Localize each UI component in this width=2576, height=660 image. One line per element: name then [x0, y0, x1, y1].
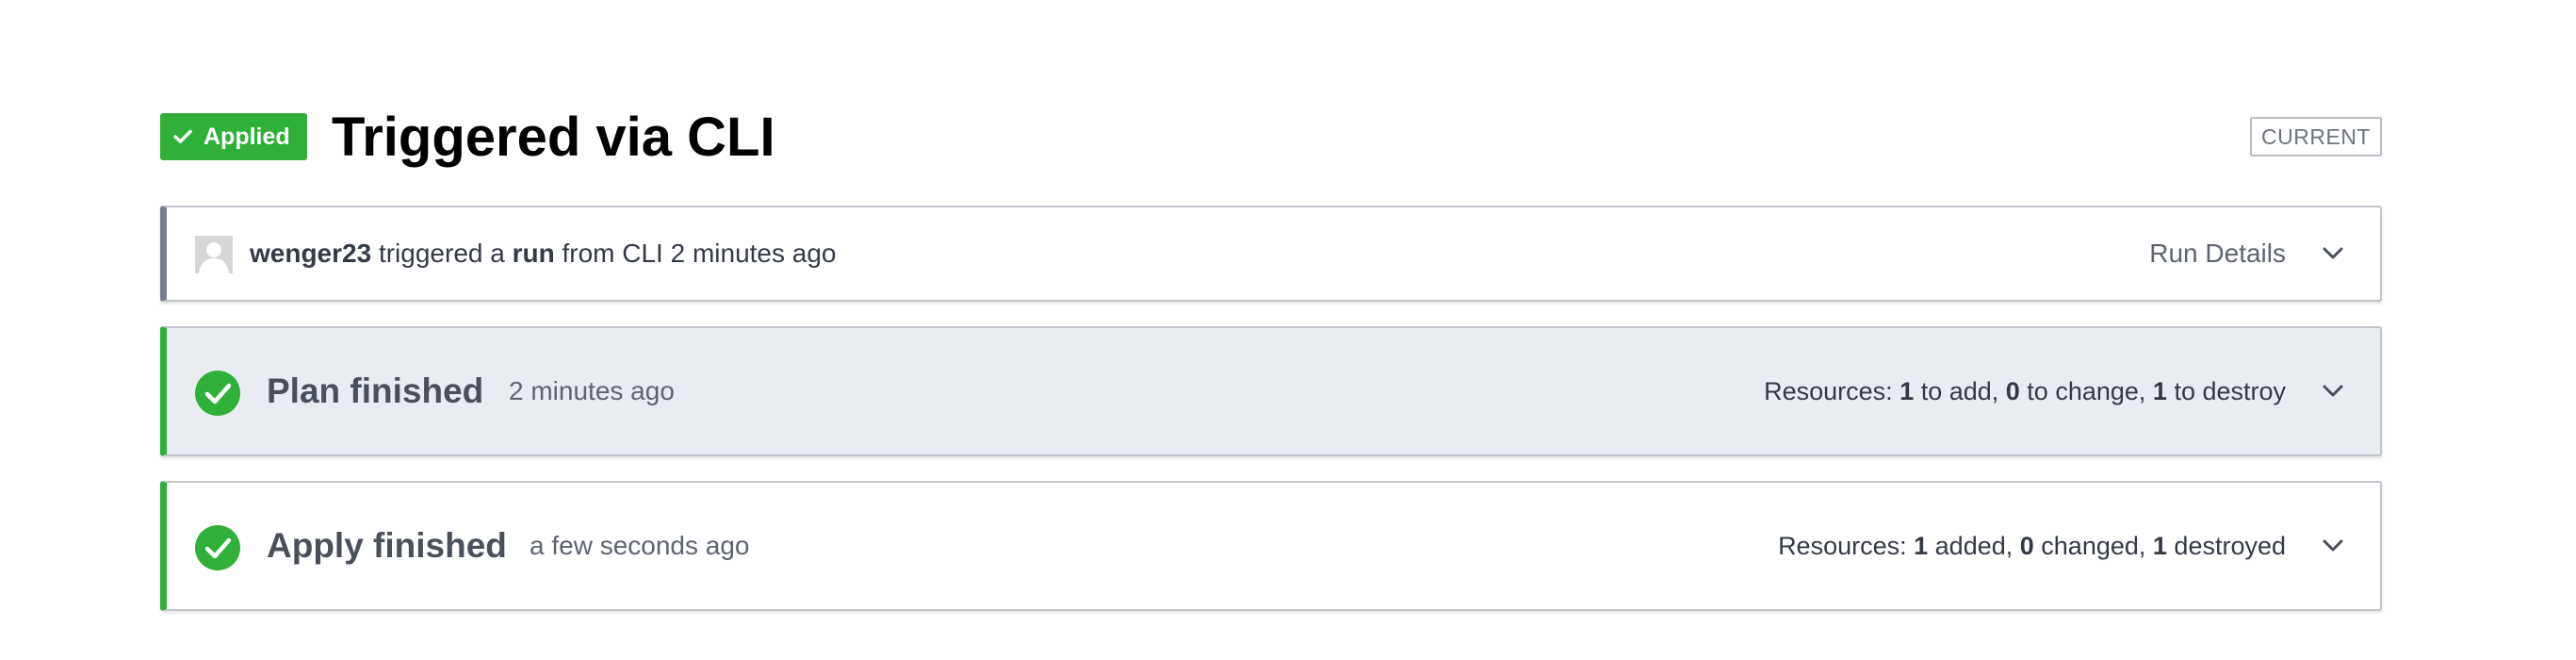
changed-label: changed,	[2033, 531, 2153, 560]
run-trigger-source: from CLI 2 minutes ago	[554, 239, 837, 268]
status-badge: Applied	[160, 113, 307, 160]
apply-title: Apply finished	[267, 526, 507, 565]
page-title: Triggered via CLI	[332, 107, 775, 168]
run-header: Applied Triggered via CLI CURRENT	[160, 104, 2382, 172]
plan-panel[interactable]: Plan finished 2 minutes ago Resources: 1…	[160, 326, 2382, 456]
run-page: Applied Triggered via CLI CURRENT wenger…	[0, 0, 2576, 660]
apply-expand-area[interactable]: Resources: 1 added, 0 changed, 1 destroy…	[1778, 483, 2380, 609]
changed-count: 0	[2019, 531, 2034, 560]
add-count: 1	[1899, 376, 1915, 405]
add-label: to add,	[1914, 376, 2006, 405]
user-avatar	[195, 236, 233, 273]
destroy-count: 1	[2152, 376, 2167, 405]
plan-time: 2 minutes ago	[509, 376, 675, 405]
resources-prefix: Resources:	[1764, 376, 1900, 405]
apply-time: a few seconds ago	[530, 531, 750, 560]
run-word: run	[512, 239, 555, 268]
chevron-down-icon[interactable]	[2286, 207, 2380, 300]
destroyed-count: 1	[2152, 531, 2167, 560]
chevron-down-icon[interactable]	[2286, 328, 2380, 454]
run-trigger-panel: wenger23 triggered a run from CLI 2 minu…	[160, 206, 2382, 302]
added-label: added,	[1928, 531, 2020, 560]
added-count: 1	[1914, 531, 1929, 560]
run-user-link[interactable]: wenger23	[250, 239, 371, 268]
resources-prefix: Resources:	[1778, 531, 1915, 560]
run-trigger-verb: triggered a	[371, 239, 513, 268]
plan-resources-summary: Resources: 1 to add, 0 to change, 1 to d…	[1764, 377, 2286, 406]
destroy-label: to destroy	[2166, 376, 2286, 405]
check-icon	[173, 129, 192, 144]
apply-panel[interactable]: Apply finished a few seconds ago Resourc…	[160, 481, 2382, 611]
status-badge-label: Applied	[204, 123, 290, 150]
destroyed-label: destroyed	[2166, 531, 2286, 560]
plan-expand-area[interactable]: Resources: 1 to add, 0 to change, 1 to d…	[1764, 328, 2380, 454]
run-details-toggle[interactable]: Run Details	[2149, 207, 2380, 300]
chevron-down-icon[interactable]	[2286, 483, 2380, 609]
change-count: 0	[2005, 376, 2020, 405]
check-circle-icon	[195, 525, 240, 570]
current-tag: CURRENT	[2250, 117, 2382, 157]
check-circle-icon	[195, 371, 240, 416]
run-details-label[interactable]: Run Details	[2149, 239, 2286, 269]
plan-title: Plan finished	[267, 371, 484, 410]
run-trigger-text: wenger23 triggered a run from CLI 2 minu…	[250, 239, 837, 269]
apply-resources-summary: Resources: 1 added, 0 changed, 1 destroy…	[1778, 532, 2286, 561]
change-label: to change,	[2019, 376, 2153, 405]
